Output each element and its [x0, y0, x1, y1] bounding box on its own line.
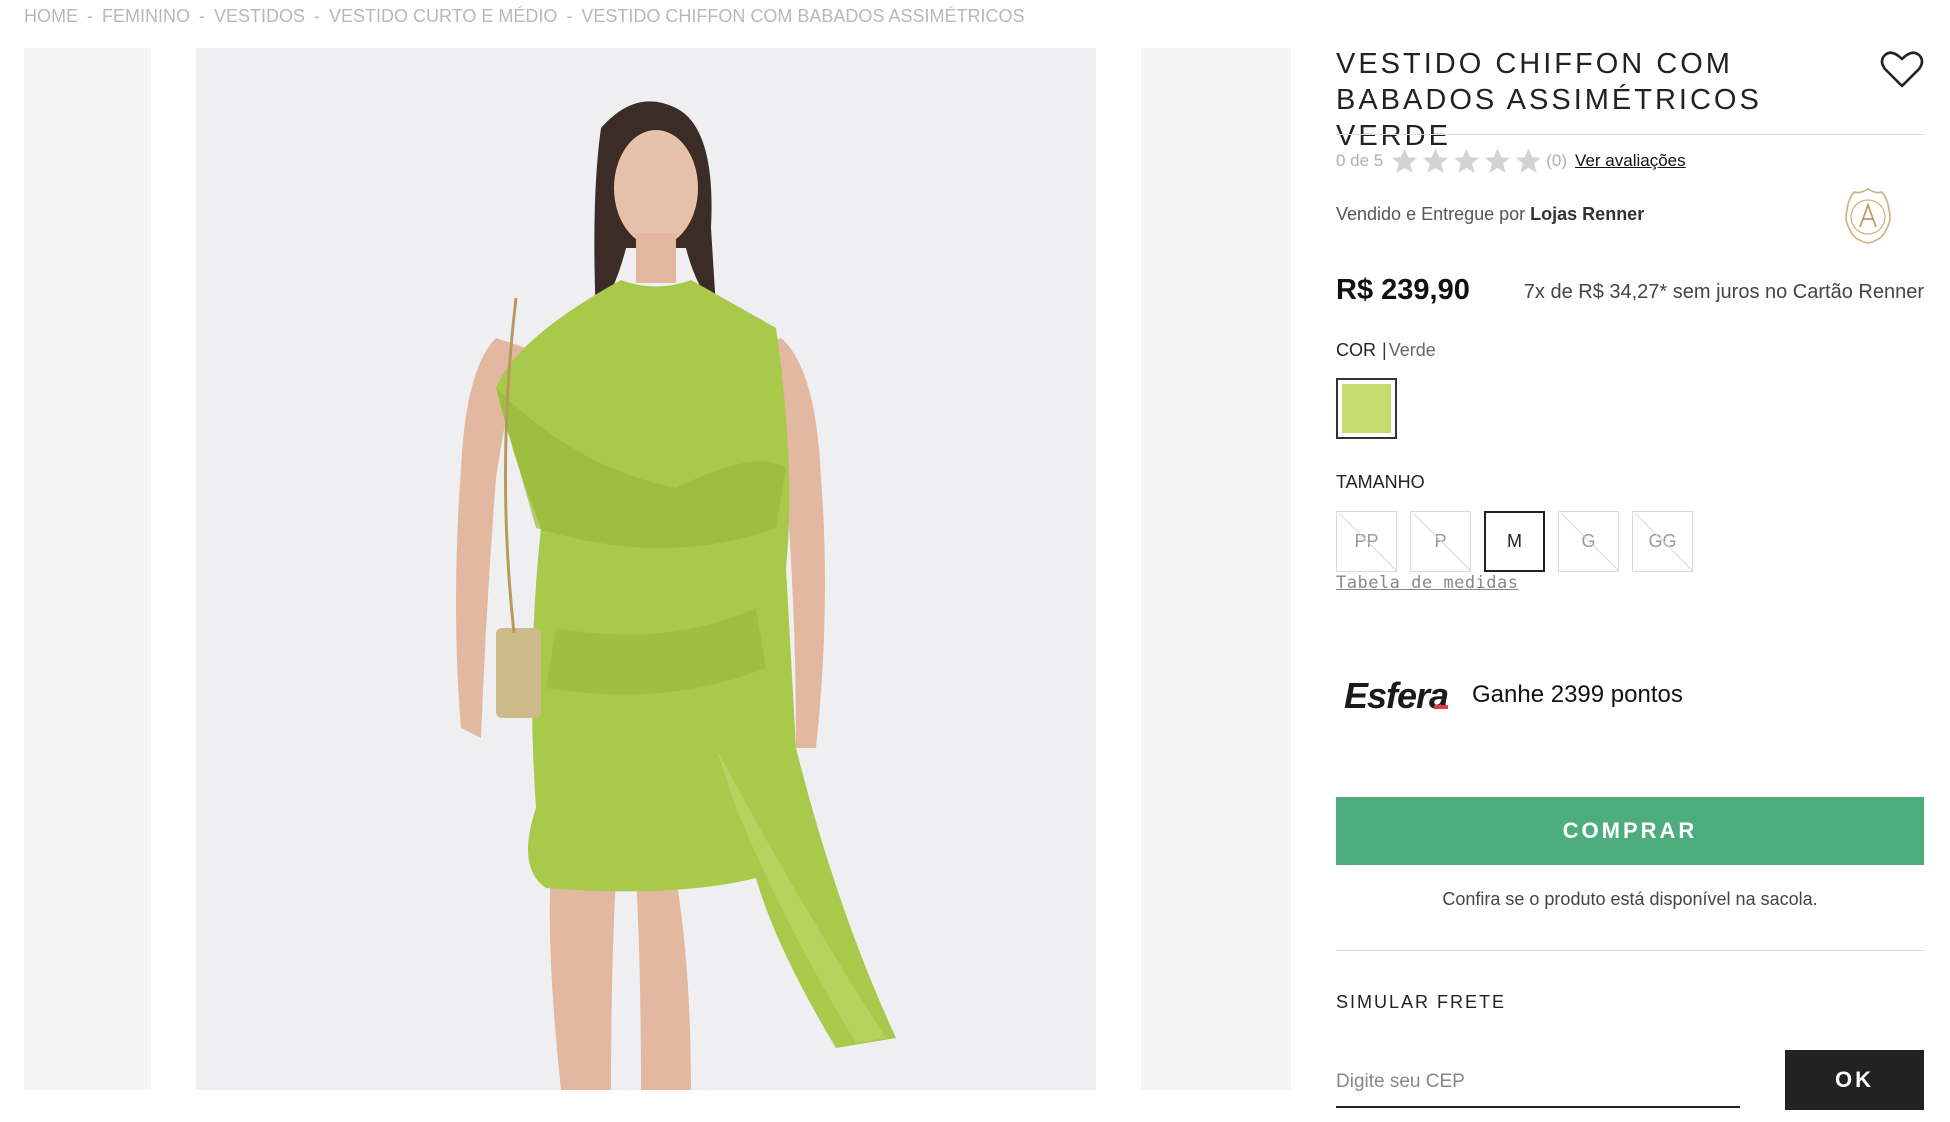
color-label-separator: | — [1382, 340, 1387, 360]
product-title-line1: VESTIDO CHIFFON COM — [1336, 48, 1733, 80]
star-icon — [1392, 148, 1418, 173]
rating-text: 0 de 5 — [1336, 151, 1384, 170]
product-photo-illustration — [196, 48, 1096, 1090]
availability-note: Confira se o produto está disponível na … — [1442, 889, 1818, 909]
breadcrumb-vestido-curto-medio[interactable]: VESTIDO CURTO E MÉDIO — [329, 6, 557, 27]
breadcrumb: HOME - FEMININO - VESTIDOS - VESTIDO CUR… — [24, 4, 1024, 28]
seller-prefix: Vendido e Entregue por — [1336, 204, 1526, 224]
gallery-thumbnail-next[interactable] — [1141, 48, 1291, 1090]
product-title-line2: BABADOS ASSIMÉTRICOS VERDE — [1336, 84, 1762, 152]
rating-summary: 0 de 5 (0) Ver avaliações — [1336, 146, 1686, 176]
size-option-pp[interactable]: PP — [1336, 511, 1397, 572]
heart-icon[interactable] — [1880, 50, 1924, 90]
size-option-gg[interactable]: GG — [1632, 511, 1693, 572]
star-icon — [1423, 148, 1449, 173]
star-icon — [1454, 148, 1480, 173]
color-value: Verde — [1388, 340, 1436, 360]
size-selector: PP P M G GG — [1336, 511, 1693, 572]
star-icon — [1485, 148, 1511, 173]
star-icon — [1516, 148, 1542, 173]
installments-info: 7x de R$ 34,27* sem juros no Cartão Renn… — [1523, 281, 1924, 303]
review-count: (0) — [1546, 151, 1568, 170]
color-label-text: COR — [1336, 340, 1376, 360]
breadcrumb-home[interactable]: HOME — [24, 6, 78, 27]
color-label: COR | Verde — [1336, 340, 1436, 361]
breadcrumb-vestidos[interactable]: VESTIDOS — [214, 6, 305, 27]
size-option-m[interactable]: M — [1484, 511, 1545, 572]
esfera-logo: Esfera — [1344, 675, 1449, 716]
cep-input[interactable] — [1336, 1058, 1740, 1108]
ok-button[interactable]: OK — [1785, 1050, 1924, 1110]
buy-button[interactable]: COMPRAR — [1336, 797, 1924, 865]
divider — [1336, 950, 1924, 951]
seller-badge-icon — [1845, 188, 1891, 244]
breadcrumb-feminino[interactable]: FEMININO — [102, 6, 190, 27]
loyalty-points: Ganhe 2399 pontos — [1472, 681, 1683, 708]
breadcrumb-separator: - — [566, 5, 573, 26]
seller-name: Lojas Renner — [1530, 204, 1645, 224]
product-price: R$ 239,90 — [1336, 274, 1470, 306]
shipping-label: SIMULAR FRETE — [1336, 992, 1507, 1012]
seller-info: Vendido e Entregue por Lojas Renner — [1336, 204, 1644, 225]
esfera-logo-text: Esfera — [1344, 675, 1448, 716]
size-option-p[interactable]: P — [1410, 511, 1471, 572]
size-chart-link[interactable]: Tabela de medidas — [1336, 573, 1519, 593]
color-swatch-verde[interactable] — [1336, 378, 1397, 439]
rating-stars — [1389, 146, 1544, 176]
breadcrumb-separator: - — [199, 5, 205, 26]
size-option-g[interactable]: G — [1558, 511, 1619, 572]
see-reviews-link[interactable]: Ver avaliações — [1575, 151, 1686, 171]
product-image[interactable] — [196, 48, 1096, 1090]
breadcrumb-separator: - — [87, 5, 93, 26]
gallery-thumbnail-prev[interactable] — [24, 48, 151, 1090]
size-label: TAMANHO — [1336, 472, 1425, 492]
product-info-panel: VESTIDO CHIFFON COM BABADOS ASSIMÉTRICOS… — [1336, 0, 1924, 1122]
divider — [1336, 134, 1924, 135]
breadcrumb-current: VESTIDO CHIFFON COM BABADOS ASSIMÉTRICOS — [581, 5, 1025, 26]
breadcrumb-separator: - — [314, 5, 321, 26]
product-title: VESTIDO CHIFFON COM BABADOS ASSIMÉTRICOS… — [1336, 46, 1856, 154]
color-swatch-fill — [1342, 384, 1391, 433]
